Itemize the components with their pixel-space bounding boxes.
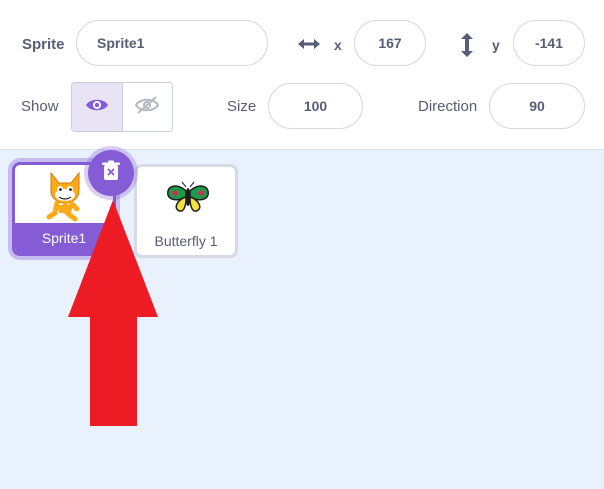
sprite-name-value: Sprite1 — [97, 35, 145, 51]
x-position-input[interactable]: 167 — [354, 20, 426, 66]
sprite-name-input[interactable]: Sprite1 — [76, 20, 268, 66]
trash-icon — [101, 160, 121, 187]
size-label: Size — [227, 98, 257, 115]
visibility-toggle-group — [71, 82, 173, 132]
y-label: y — [492, 37, 500, 53]
size-input[interactable]: 100 — [268, 83, 363, 129]
delete-sprite-button[interactable] — [88, 150, 134, 196]
red-annotation-arrow — [66, 200, 160, 431]
y-position-input[interactable]: -141 — [513, 20, 585, 66]
direction-value: 90 — [529, 98, 545, 114]
eye-icon — [85, 97, 109, 118]
x-label: x — [334, 37, 342, 53]
sprite-label: Sprite — [22, 36, 65, 53]
hide-sprite-button[interactable] — [121, 83, 172, 131]
eye-hidden-icon — [135, 95, 160, 120]
direction-input[interactable]: 90 — [489, 83, 585, 129]
horizontal-arrows-icon — [296, 34, 322, 59]
show-sprite-button[interactable] — [72, 83, 122, 131]
y-value: -141 — [534, 35, 564, 51]
butterfly-sprite-icon — [164, 181, 212, 222]
direction-label: Direction — [418, 98, 478, 115]
size-value: 100 — [303, 98, 328, 114]
x-value: 167 — [378, 35, 402, 51]
show-label: Show — [21, 98, 59, 115]
sprite-info-panel: Sprite Sprite1 x 167 y -141 Show Size 10… — [0, 0, 604, 150]
vertical-arrows-icon — [458, 31, 476, 64]
